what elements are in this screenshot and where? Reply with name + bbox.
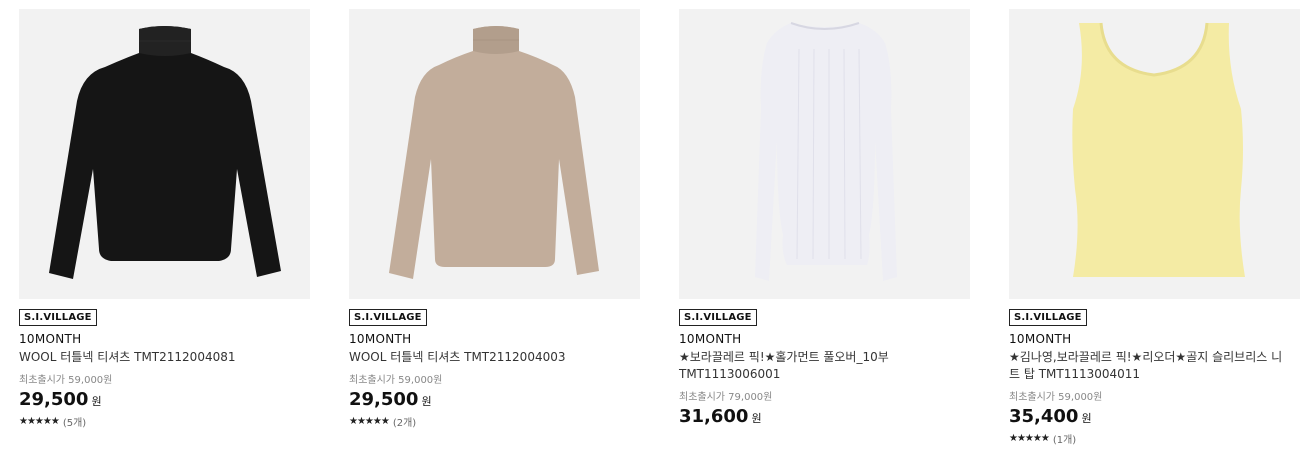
store-badge: S.I.VILLAGE [19,309,97,326]
brand-name[interactable]: 10MONTH [349,332,640,347]
product-image[interactable] [19,9,310,299]
review-count: (5개) [62,418,87,429]
brand-name[interactable]: 10MONTH [679,332,970,347]
original-price: 최초출시가 59,000원 [19,375,113,386]
rating-row: ★★★★★ (1개) [1009,431,1300,446]
yellow-sleeveless-knit-image [1072,22,1245,277]
original-price: 최초출시가 79,000원 [679,392,773,403]
product-grid: S.I.VILLAGE 10MONTH WOOL 터틀넥 티셔츠 TMT2112… [0,0,1314,476]
review-count: (2개) [392,418,417,429]
product-image[interactable] [349,9,640,299]
store-badge: S.I.VILLAGE [349,309,427,326]
black-turtleneck-image [49,26,281,279]
product-name[interactable]: ★김나영,보라끌레르 픽!★리오더★골지 슬리브리스 니트 탑 TMT11130… [1009,349,1284,383]
product-card[interactable]: S.I.VILLAGE 10MONTH ★보라끌레르 픽!★홀가먼트 풀오버_1… [679,9,970,427]
beige-turtleneck-image [389,26,599,279]
product-image[interactable] [679,9,970,299]
price-row: 35,400 원 [1009,407,1300,427]
rating-row: ★★★★★ (5개) [19,414,310,429]
product-name[interactable]: ★보라끌레르 픽!★홀가먼트 풀오버_10부 TMT1113006001 [679,349,954,383]
product-card[interactable]: S.I.VILLAGE 10MONTH ★김나영,보라끌레르 픽!★리오더★골지… [1009,9,1300,446]
product-name[interactable]: WOOL 터틀넥 티셔츠 TMT2112004003 [349,349,624,366]
currency-label: 원 [91,395,102,408]
rating-row: ★★★★★ (2개) [349,414,640,429]
sale-price: 35,400 [1009,406,1079,427]
store-badge: S.I.VILLAGE [679,309,757,326]
price-row: 31,600 원 [679,407,970,427]
review-count: (1개) [1052,435,1077,446]
currency-label: 원 [1081,412,1092,425]
currency-label: 원 [421,395,432,408]
store-badge: S.I.VILLAGE [1009,309,1087,326]
original-price: 최초출시가 59,000원 [1009,392,1103,403]
product-name[interactable]: WOOL 터틀넥 티셔츠 TMT2112004081 [19,349,294,366]
sale-price: 29,500 [349,389,419,410]
brand-name[interactable]: 10MONTH [19,332,310,347]
star-rating-icon: ★★★★★ [349,416,390,427]
currency-label: 원 [751,412,762,425]
brand-name[interactable]: 10MONTH [1009,332,1300,347]
star-rating-icon: ★★★★★ [1009,433,1050,444]
product-image[interactable] [1009,9,1300,299]
price-row: 29,500 원 [19,390,310,410]
sale-price: 31,600 [679,406,749,427]
price-row: 29,500 원 [349,390,640,410]
star-rating-icon: ★★★★★ [19,416,60,427]
sale-price: 29,500 [19,389,89,410]
white-ribbed-pullover-image [755,22,897,281]
product-card[interactable]: S.I.VILLAGE 10MONTH WOOL 터틀넥 티셔츠 TMT2112… [349,9,640,429]
original-price: 최초출시가 59,000원 [349,375,443,386]
product-card[interactable]: S.I.VILLAGE 10MONTH WOOL 터틀넥 티셔츠 TMT2112… [19,9,310,429]
